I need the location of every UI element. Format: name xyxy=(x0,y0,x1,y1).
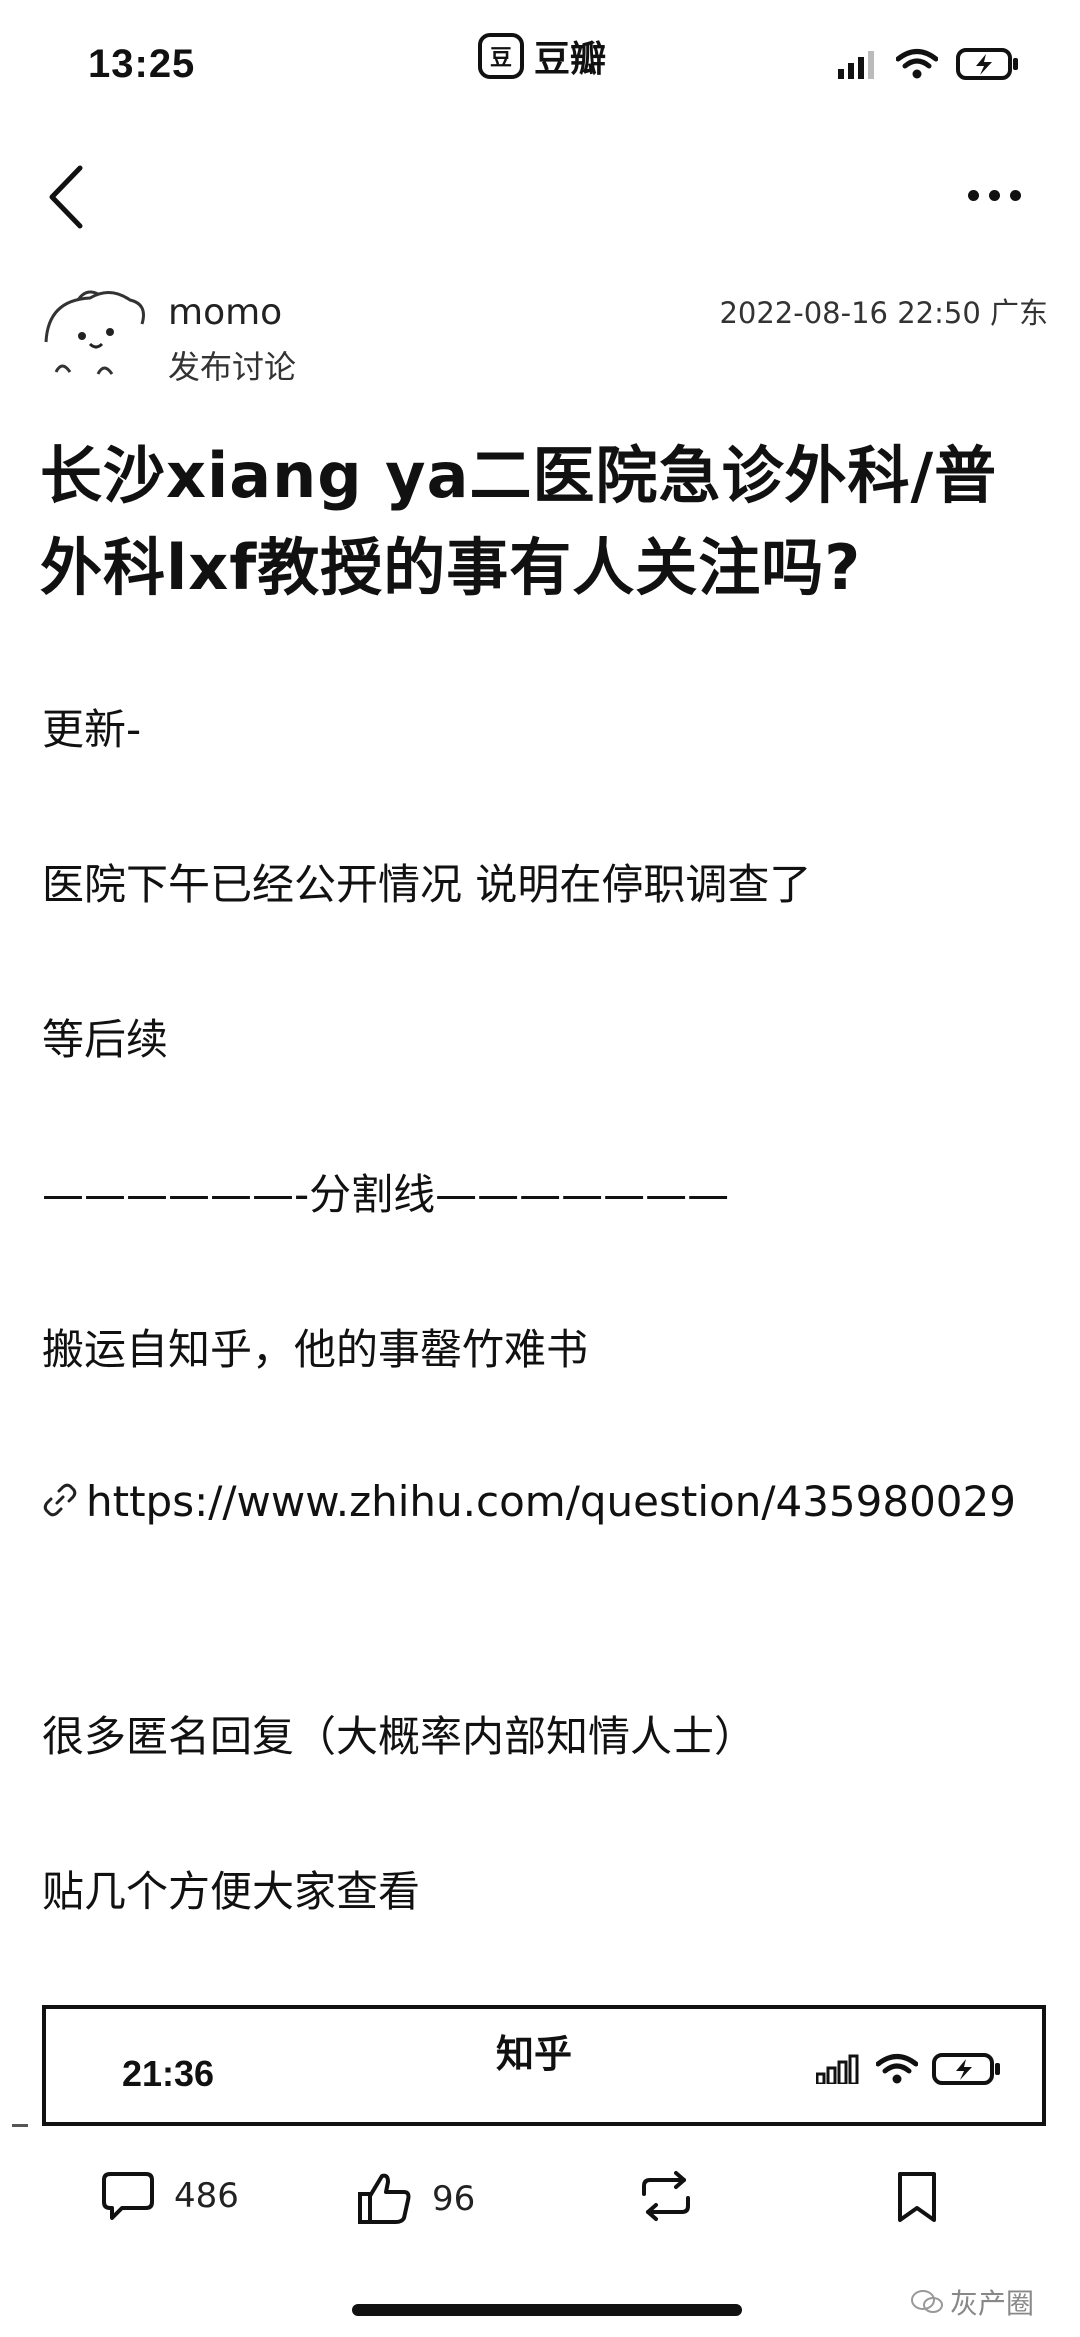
paragraph-await: 等后续 xyxy=(42,1015,169,1064)
zhihu-link-text[interactable]: https://www.zhihu.com/question/435980029 xyxy=(86,1477,1016,1526)
comment-icon xyxy=(102,2172,154,2220)
status-time: 13:25 xyxy=(88,42,196,86)
author-row: momo 发布讨论 2022-08-16 22:50 广东 xyxy=(38,280,1048,400)
repost-icon xyxy=(642,2171,690,2221)
battery-charging-icon xyxy=(932,2053,1000,2085)
paragraph-hospital: 医院下午已经公开情况 说明在停职调查了 xyxy=(42,860,812,909)
signal-icon xyxy=(816,2054,859,2084)
back-button[interactable] xyxy=(40,160,100,230)
more-dot xyxy=(989,189,1000,201)
author-action: 发布讨论 xyxy=(168,348,297,386)
post-meta: 2022-08-16 22:50 广东 xyxy=(719,290,1048,332)
watermark: 灰产圈 xyxy=(910,2282,1034,2322)
status-bar: 13:25 豆 豆瓣 xyxy=(0,0,1080,130)
embedded-border xyxy=(42,2122,1046,2126)
paragraph-source: 搬运自知乎，他的事罄竹难书 xyxy=(42,1325,589,1374)
signal-icon xyxy=(838,51,874,79)
comment-button[interactable]: 486 xyxy=(100,2170,239,2222)
embedded-app-title: 知乎 xyxy=(496,2032,573,2076)
douban-app-icon: 豆 xyxy=(478,33,524,79)
comment-count: 486 xyxy=(174,2176,239,2216)
post-location: 广东 xyxy=(989,296,1048,330)
chevron-left-icon xyxy=(49,165,83,229)
embedded-status-icons xyxy=(816,2053,1002,2085)
link-icon xyxy=(43,1483,77,1517)
like-count: 96 xyxy=(432,2179,476,2219)
more-dot xyxy=(1010,189,1021,201)
bookmark-icon xyxy=(898,2172,936,2222)
avatar[interactable] xyxy=(38,280,150,392)
post-title: 长沙xiang ya二医院急诊外科/普外科lxf教授的事有人关注吗? xyxy=(40,439,998,604)
home-indicator[interactable] xyxy=(352,2304,742,2316)
wechat-icon xyxy=(911,2290,943,2313)
thumbs-up-icon xyxy=(358,2173,411,2224)
status-icons xyxy=(838,48,1020,80)
like-button[interactable]: 96 xyxy=(356,2170,475,2228)
action-bar: 486 96 xyxy=(0,2140,1080,2270)
more-button[interactable] xyxy=(968,180,1038,210)
app-badge: 豆 豆瓣 xyxy=(478,30,606,82)
zhihu-link[interactable]: https://www.zhihu.com/question/435980029 xyxy=(42,1462,1042,1542)
embedded-time: 21:36 xyxy=(122,2053,215,2094)
paragraph-update: 更新- xyxy=(42,705,142,754)
repost-button[interactable] xyxy=(636,2170,696,2222)
battery-charging-icon xyxy=(956,48,1018,80)
bookmark-button[interactable] xyxy=(894,2170,940,2224)
author-name[interactable]: momo xyxy=(168,292,282,333)
paragraph-divider: ——————-分割线——————— xyxy=(42,1170,730,1219)
app-name: 豆瓣 xyxy=(534,39,607,80)
paragraph-post-some: 贴几个方便大家查看 xyxy=(42,1867,421,1916)
scroll-mark xyxy=(12,2124,28,2127)
wifi-icon xyxy=(876,2054,918,2084)
paragraph-anonymous: 很多匿名回复（大概率内部知情人士） xyxy=(42,1712,757,1761)
top-nav xyxy=(0,140,1080,250)
watermark-text: 灰产圈 xyxy=(950,2287,1035,2320)
avatar-sketch-icon xyxy=(44,290,145,375)
more-dots-icon xyxy=(968,189,979,201)
wifi-icon xyxy=(896,49,938,79)
post-datetime: 2022-08-16 22:50 xyxy=(719,296,981,330)
embedded-screenshot[interactable]: 21:36 知乎 xyxy=(42,2005,1046,2125)
